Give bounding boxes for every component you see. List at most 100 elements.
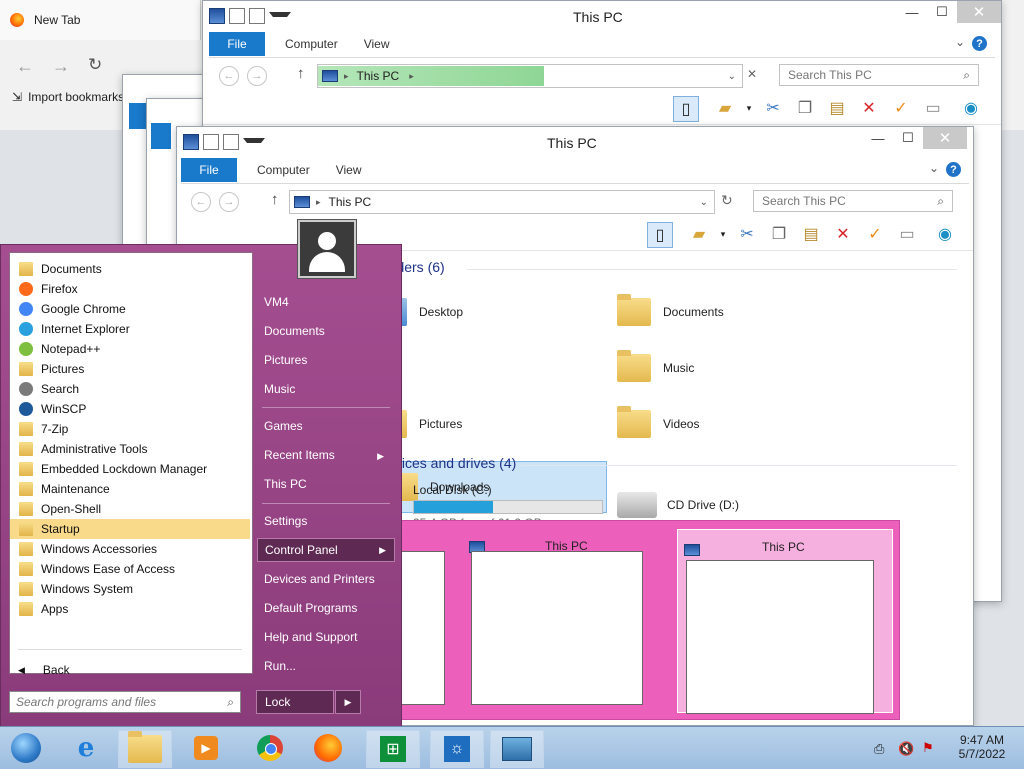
cut-icon[interactable]: ✂ xyxy=(761,96,785,120)
documents-link[interactable]: Documents xyxy=(264,324,325,338)
program-item[interactable]: WinSCP xyxy=(10,399,250,419)
shutdown-options-icon[interactable]: ▶ xyxy=(335,690,361,714)
properties-icon[interactable] xyxy=(229,8,245,24)
up-button[interactable]: ↑ xyxy=(271,191,279,208)
address-bar[interactable]: ▸ This PC ⌄ xyxy=(289,190,715,214)
search-input[interactable]: Search This PC ⌕ xyxy=(753,190,953,212)
import-bookmarks[interactable]: ⇲ Import bookmarks xyxy=(12,90,124,104)
forward-button[interactable]: → xyxy=(247,66,267,86)
shell-icon[interactable]: ◉ xyxy=(959,96,983,120)
ribbon-expand-icon[interactable]: ⌄ xyxy=(929,161,939,175)
run-link[interactable]: Run... xyxy=(264,659,296,673)
network-icon[interactable]: ⎙ xyxy=(874,741,884,757)
back-button[interactable]: ◀ Back xyxy=(18,663,70,677)
close-button[interactable]: ✕ xyxy=(957,1,1001,23)
recent-items-link[interactable]: Recent Items ▶ xyxy=(264,448,392,462)
avatar[interactable] xyxy=(298,220,356,278)
help-icon[interactable]: ? xyxy=(972,36,987,51)
control-panel-link[interactable]: Control Panel ▶ xyxy=(257,538,395,562)
tab-file[interactable]: File xyxy=(181,158,237,182)
forward-arrow-icon[interactable]: → xyxy=(52,56,70,77)
back-button[interactable]: ← xyxy=(219,66,239,86)
properties-panel-icon[interactable]: ▭ xyxy=(921,96,945,120)
drive-item-d[interactable]: CD Drive (D:) xyxy=(617,485,739,525)
navigation-pane-icon[interactable]: ▯ xyxy=(647,222,673,248)
copy-icon[interactable]: ❐ xyxy=(767,222,791,246)
default-programs-link[interactable]: Default Programs xyxy=(264,601,357,615)
lock-button[interactable]: Lock ▶ xyxy=(256,690,361,714)
ribbon-expand-icon[interactable]: ⌄ xyxy=(955,35,965,49)
thumbnail-partial[interactable] xyxy=(399,551,445,705)
program-item[interactable]: Startup xyxy=(10,519,250,539)
maximize-button[interactable]: ☐ xyxy=(927,1,957,23)
help-support-link[interactable]: Help and Support xyxy=(264,630,357,644)
tab-computer[interactable]: Computer xyxy=(285,37,338,51)
cut-icon[interactable]: ✂ xyxy=(735,222,759,246)
refresh-icon[interactable]: ↻ xyxy=(721,192,733,209)
devices-printers-link[interactable]: Devices and Printers xyxy=(264,572,375,586)
minimize-button[interactable]: — xyxy=(897,1,927,23)
taskbar-media-player[interactable]: ▶ xyxy=(180,730,232,766)
tab-view[interactable]: View xyxy=(364,37,390,51)
program-item[interactable]: 7-Zip xyxy=(10,419,250,439)
thumbnail-hover[interactable]: This PC xyxy=(677,529,893,714)
properties-icon[interactable] xyxy=(203,134,219,150)
start-search-input[interactable]: Search programs and files ⌕ xyxy=(9,691,241,713)
taskbar-file-explorer[interactable] xyxy=(118,730,172,768)
paste-icon[interactable]: ▤ xyxy=(825,96,849,120)
program-item[interactable]: Open-Shell xyxy=(10,499,250,519)
folder-options-icon[interactable]: ▰ xyxy=(713,96,737,120)
clear-address-icon[interactable]: ✕ xyxy=(747,67,757,81)
program-item[interactable]: Documents xyxy=(10,259,250,279)
folder-item-music[interactable]: Music xyxy=(617,343,847,393)
help-icon[interactable]: ? xyxy=(946,162,961,177)
action-center-icon[interactable]: ⚑ xyxy=(922,740,934,756)
folder-options-dropdown-icon[interactable]: ▾ xyxy=(711,222,735,246)
delete-icon[interactable]: ✕ xyxy=(831,222,855,246)
copy-icon[interactable]: ❐ xyxy=(793,96,817,120)
folder-item-videos[interactable]: Videos xyxy=(617,399,847,449)
program-item[interactable]: Windows Ease of Access xyxy=(10,559,250,579)
start-button[interactable] xyxy=(4,730,48,766)
qat-dropdown-icon[interactable] xyxy=(243,138,265,157)
folder-item-pictures[interactable]: Pictures xyxy=(373,399,603,449)
address-bar[interactable]: ▸ This PC ▸ ⌄ xyxy=(317,64,743,88)
tab-file[interactable]: File xyxy=(209,32,265,56)
back-arrow-icon[interactable]: ← xyxy=(16,56,34,77)
thumbnail-window-1[interactable] xyxy=(471,551,643,705)
taskbar-app-remote[interactable] xyxy=(490,730,544,768)
reload-icon[interactable]: ↻ xyxy=(88,55,102,75)
navigation-pane-icon[interactable]: ▯ xyxy=(673,96,699,122)
program-item[interactable]: Google Chrome xyxy=(10,299,250,319)
address-dropdown-icon[interactable]: ⌄ xyxy=(728,71,736,82)
maximize-button[interactable]: ☐ xyxy=(893,127,923,149)
program-item[interactable]: Embedded Lockdown Manager xyxy=(10,459,250,479)
folder-options-dropdown-icon[interactable]: ▾ xyxy=(737,96,761,120)
taskbar-store[interactable]: ⊞ xyxy=(366,730,420,768)
program-item[interactable]: Apps xyxy=(10,599,250,619)
checkmark-icon[interactable]: ✓ xyxy=(863,222,887,246)
music-link[interactable]: Music xyxy=(264,382,295,396)
program-item[interactable]: Maintenance xyxy=(10,479,250,499)
address-dropdown-icon[interactable]: ⌄ xyxy=(700,197,708,208)
qat-dropdown-icon[interactable] xyxy=(269,12,291,31)
settings-link[interactable]: Settings xyxy=(264,514,307,528)
program-item[interactable]: Pictures xyxy=(10,359,250,379)
up-button[interactable]: ↑ xyxy=(297,65,305,82)
tab-view[interactable]: View xyxy=(336,163,362,177)
shell-icon[interactable]: ◉ xyxy=(933,222,957,246)
program-item[interactable]: Internet Explorer xyxy=(10,319,250,339)
close-button[interactable]: ✕ xyxy=(923,127,967,149)
taskbar-firefox[interactable] xyxy=(302,730,354,766)
minimize-button[interactable]: — xyxy=(863,127,893,149)
thumbnail-window-2[interactable] xyxy=(686,560,874,714)
program-item[interactable]: Windows System xyxy=(10,579,250,599)
program-item[interactable]: Firefox xyxy=(10,279,250,299)
user-link[interactable]: VM4 xyxy=(264,295,289,309)
delete-icon[interactable]: ✕ xyxy=(857,96,881,120)
pictures-link[interactable]: Pictures xyxy=(264,353,307,367)
properties-panel-icon[interactable]: ▭ xyxy=(895,222,919,246)
taskbar-chrome[interactable] xyxy=(244,730,296,766)
program-item[interactable]: Administrative Tools xyxy=(10,439,250,459)
games-link[interactable]: Games xyxy=(264,419,303,433)
